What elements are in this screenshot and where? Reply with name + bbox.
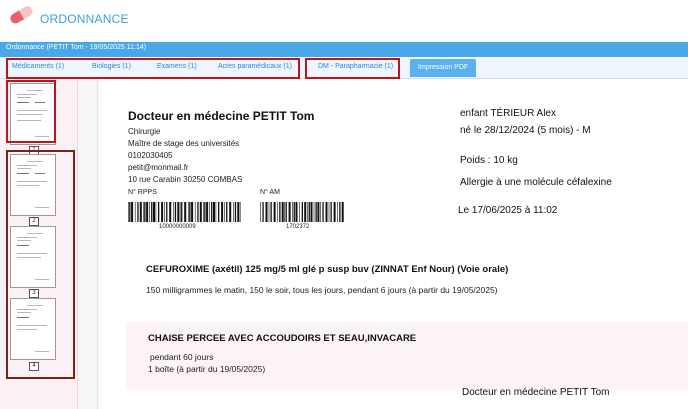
prescription-document: Docteur en médecine PETIT Tom Chirurgie …: [100, 79, 688, 409]
patient-allergy: Allergie à une molécule céfalexine: [460, 177, 612, 188]
patient-birth: né le 28/12/2024 (5 mois) - M: [460, 125, 591, 136]
tab-dm-parapharmacie[interactable]: DM - Parapharmacie (1): [318, 63, 393, 70]
doctor-role: Maître de stage des universités: [128, 139, 240, 148]
rpps-number: 10000000009: [159, 224, 196, 230]
patient-weight: Poids : 10 kg: [460, 155, 518, 166]
page-thumbnail-3[interactable]: [10, 226, 56, 288]
app-title: ORDONNANCE: [40, 12, 129, 26]
doctor-name: Docteur en médecine PETIT Tom: [128, 109, 315, 123]
prescription-item-box: CHAISE PERCEE AVEC ACCOUDOIRS ET SEAU,IN…: [126, 322, 688, 390]
tab-impression-pdf[interactable]: Impression PDF: [410, 59, 477, 77]
doctor-phone: 0102030405: [128, 151, 173, 160]
page-thumbnail-1[interactable]: [10, 83, 56, 145]
window-title: Ordonnance (PETIT Tom - 19/05/2025 11:14…: [6, 44, 147, 51]
doctor-address: 10 rue Carabin 30250 COMBAS: [128, 175, 243, 184]
tab-actes-paramedicaux[interactable]: Actes paramédicaux (1): [218, 63, 292, 70]
rpps-label: N° RPPS: [128, 189, 157, 196]
page-number-2: 2: [29, 217, 39, 226]
prescription-item-quantity: 1 boîte (à partir du 19/05/2025): [148, 364, 266, 374]
prescription-item-title: CHAISE PERCEE AVEC ACCOUDOIRS ET SEAU,IN…: [148, 333, 417, 344]
prescription-item-posology: 150 milligrammes le matin, 150 le soir, …: [146, 285, 498, 295]
am-barcode: [260, 202, 344, 222]
window-title-bar: Ordonnance (PETIT Tom - 19/05/2025 11:14…: [0, 42, 688, 57]
prescription-item-title: CEFUROXIME (axétil) 125 mg/5 ml glé p su…: [146, 264, 509, 275]
page-thumbnail-4[interactable]: [10, 298, 56, 360]
app-header: ORDONNANCE: [0, 0, 688, 40]
content-area: 1 2 3 4 Docteur en médecine PETIT Tom Ch…: [0, 79, 688, 409]
pill-icon: [10, 6, 33, 24]
page-number-3: 3: [29, 289, 39, 298]
doctor-specialty: Chirurgie: [128, 127, 161, 136]
patient-name: enfant TÉRIEUR Alex: [460, 108, 556, 119]
tab-examens[interactable]: Examens (1): [157, 63, 197, 70]
viewer-gutter: [78, 79, 98, 409]
page-thumbnail-2[interactable]: [10, 154, 56, 216]
tab-biologies[interactable]: Biologies (1): [92, 63, 131, 70]
tab-bar: Médicaments (1) Biologies (1) Examens (1…: [0, 57, 688, 79]
rpps-barcode: [128, 202, 241, 222]
am-number: 1702372: [286, 224, 310, 230]
page-thumbnail-panel: 1 2 3 4: [0, 79, 78, 409]
doctor-signature: Docteur en médecine PETIT Tom: [462, 387, 610, 398]
prescription-item-duration: pendant 60 jours: [150, 352, 214, 362]
tab-medicaments[interactable]: Médicaments (1): [12, 63, 64, 70]
am-label: N° AM: [260, 189, 280, 196]
doctor-email: petit@monmail.fr: [128, 163, 189, 172]
prescription-date: Le 17/06/2025 à 11:02: [458, 205, 558, 216]
page-number-4: 4: [29, 362, 39, 371]
